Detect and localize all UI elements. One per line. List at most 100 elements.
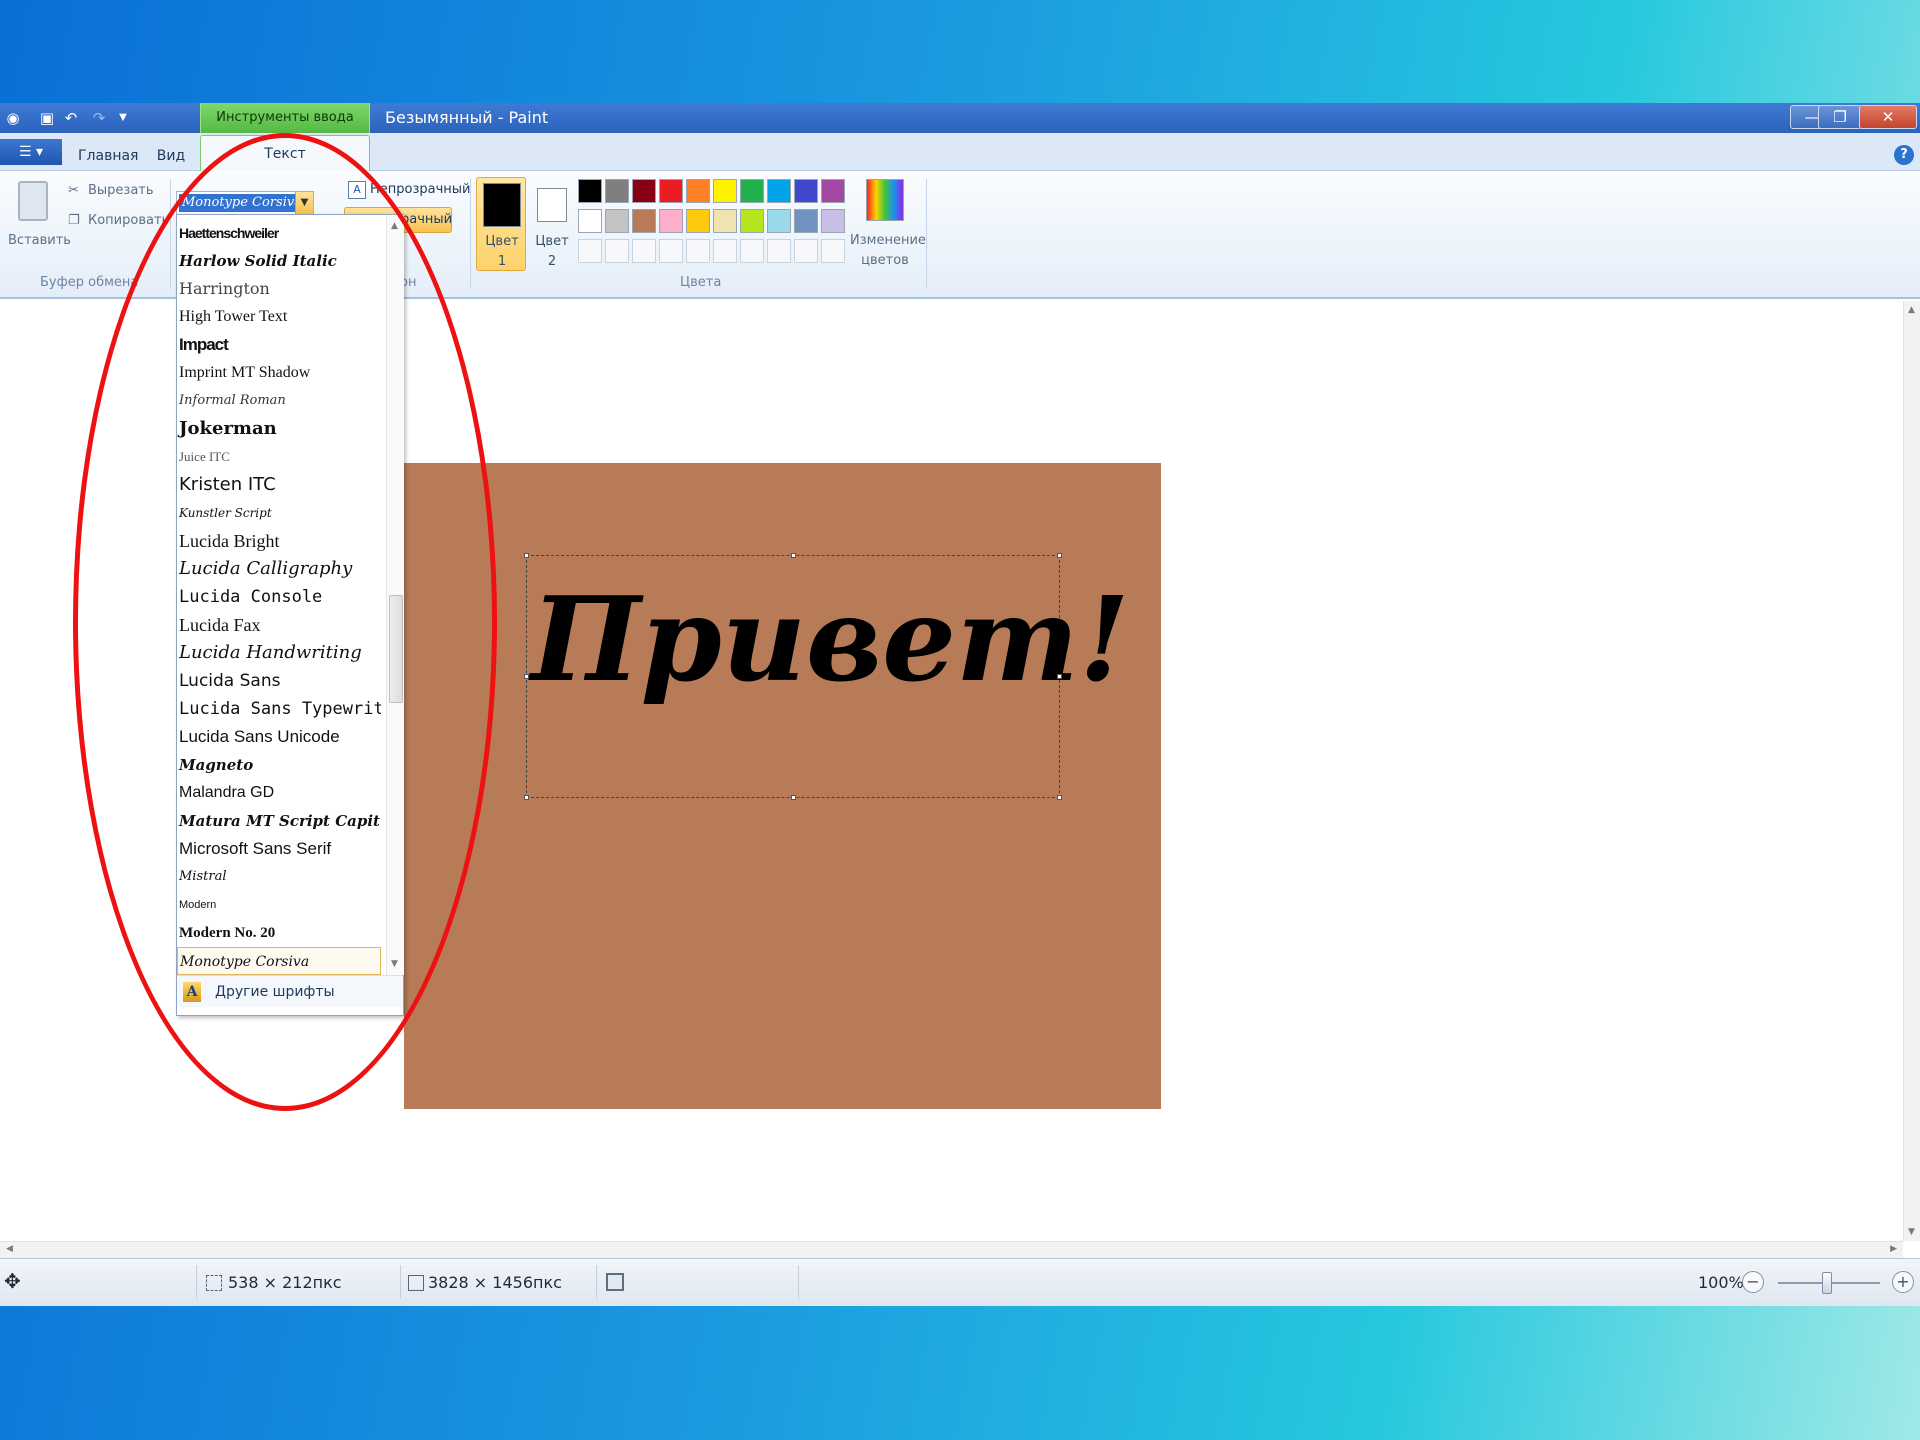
font-option[interactable]: Lucida Fax: [177, 611, 381, 639]
font-family-value[interactable]: Monotype Corsiva: [179, 194, 305, 212]
resize-handle[interactable]: [524, 553, 529, 558]
font-option[interactable]: Modern: [177, 891, 381, 919]
font-option[interactable]: Microsoft Sans Serif: [177, 835, 381, 863]
text-selection-box[interactable]: Привет!: [524, 553, 1130, 800]
chevron-down-icon[interactable]: ▼: [295, 192, 313, 214]
font-option[interactable]: Juice ITC: [177, 443, 381, 471]
tab-home[interactable]: Главная: [78, 141, 138, 171]
color1-button[interactable]: Цвет 1: [476, 177, 526, 271]
scroll-left-icon[interactable]: ◀: [6, 1244, 13, 1254]
scroll-down-icon[interactable]: ▼: [391, 959, 398, 969]
font-option[interactable]: Kunstler Script: [177, 499, 381, 527]
opaque-option[interactable]: Непрозрачный: [370, 182, 471, 197]
palette-swatch[interactable]: [821, 179, 845, 203]
zoom-out-button[interactable]: −: [1742, 1271, 1764, 1293]
palette-swatch[interactable]: [821, 209, 845, 233]
save-icon[interactable]: ▣: [36, 108, 58, 128]
font-option[interactable]: Kristen ITC: [177, 471, 381, 499]
scroll-up-icon[interactable]: ▲: [1908, 305, 1915, 315]
font-option[interactable]: Haettenschweiler: [177, 219, 381, 247]
palette-swatch[interactable]: [767, 179, 791, 203]
font-option[interactable]: Impact: [177, 331, 381, 359]
canvas-text[interactable]: Привет!: [531, 572, 1130, 708]
custom-color-slot[interactable]: [713, 239, 737, 263]
palette-swatch[interactable]: [713, 209, 737, 233]
scroll-down-icon[interactable]: ▼: [1908, 1227, 1915, 1237]
maximize-button[interactable]: ❐: [1818, 105, 1862, 129]
palette-swatch[interactable]: [794, 209, 818, 233]
font-option[interactable]: Harlow Solid Italic: [177, 247, 381, 275]
font-option[interactable]: Lucida Handwriting: [177, 639, 381, 667]
custom-color-slot[interactable]: [740, 239, 764, 263]
resize-handle[interactable]: [1057, 674, 1062, 679]
font-option[interactable]: Lucida Sans Typewrit: [177, 695, 381, 723]
custom-color-slot[interactable]: [821, 239, 845, 263]
font-option[interactable]: Informal Roman: [177, 387, 381, 415]
drawing-canvas[interactable]: Привет!: [404, 463, 1161, 1109]
zoom-in-button[interactable]: +: [1892, 1271, 1914, 1293]
vertical-scrollbar[interactable]: ▲ ▼: [1903, 301, 1920, 1241]
palette-swatch[interactable]: [794, 179, 818, 203]
font-option[interactable]: Monotype Corsiva: [177, 947, 381, 975]
rainbow-icon[interactable]: [866, 179, 904, 221]
font-option[interactable]: Lucida Calligraphy: [177, 555, 381, 583]
paint-menu-button[interactable]: ☰ ▾: [0, 139, 62, 165]
palette-swatch[interactable]: [632, 179, 656, 203]
custom-color-slot[interactable]: [686, 239, 710, 263]
customize-toolbar-icon[interactable]: ▼: [112, 108, 134, 128]
palette-swatch[interactable]: [740, 209, 764, 233]
palette-swatch[interactable]: [659, 179, 683, 203]
font-option[interactable]: Lucida Sans: [177, 667, 381, 695]
font-option[interactable]: Lucida Sans Unicode: [177, 723, 381, 751]
resize-handle[interactable]: [1057, 553, 1062, 558]
scroll-up-icon[interactable]: ▲: [391, 221, 398, 231]
help-icon[interactable]: ?: [1894, 145, 1914, 165]
font-option[interactable]: Jokerman: [177, 415, 381, 443]
horizontal-scrollbar[interactable]: ◀ ▶: [0, 1241, 1903, 1258]
scroll-thumb[interactable]: [389, 595, 403, 703]
palette-swatch[interactable]: [605, 179, 629, 203]
palette-swatch[interactable]: [713, 179, 737, 203]
font-option[interactable]: Lucida Console: [177, 583, 381, 611]
palette-swatch[interactable]: [740, 179, 764, 203]
edit-colors-label-1[interactable]: Изменение: [850, 233, 926, 248]
paint-app-icon[interactable]: ◉: [2, 108, 24, 128]
custom-color-slot[interactable]: [632, 239, 656, 263]
resize-handle[interactable]: [1057, 795, 1062, 800]
palette-swatch[interactable]: [605, 209, 629, 233]
custom-color-slot[interactable]: [605, 239, 629, 263]
palette-swatch[interactable]: [767, 209, 791, 233]
paste-icon[interactable]: [18, 181, 48, 221]
custom-color-slot[interactable]: [659, 239, 683, 263]
redo-icon[interactable]: ↷: [88, 108, 110, 128]
resize-handle[interactable]: [791, 795, 796, 800]
palette-swatch[interactable]: [686, 179, 710, 203]
tab-view[interactable]: Вид: [150, 141, 192, 171]
font-option[interactable]: Malandra GD: [177, 779, 381, 807]
font-option[interactable]: Matura MT Script Capit: [177, 807, 381, 835]
palette-swatch[interactable]: [632, 209, 656, 233]
font-option[interactable]: Modern No. 20: [177, 919, 381, 947]
palette-swatch[interactable]: [578, 179, 602, 203]
undo-icon[interactable]: ↶: [60, 108, 82, 128]
font-option[interactable]: Lucida Bright: [177, 527, 381, 555]
font-family-combo[interactable]: Monotype Corsiva ▼: [176, 191, 314, 215]
font-option[interactable]: Imprint MT Shadow: [177, 359, 381, 387]
cut-button[interactable]: Вырезать: [88, 183, 154, 198]
palette-swatch[interactable]: [686, 209, 710, 233]
resize-handle[interactable]: [524, 674, 529, 679]
font-option[interactable]: Harrington: [177, 275, 381, 303]
copy-button[interactable]: Копировать: [88, 213, 169, 228]
palette-swatch[interactable]: [659, 209, 683, 233]
close-button[interactable]: ✕: [1859, 105, 1917, 129]
resize-handle[interactable]: [791, 553, 796, 558]
custom-color-slot[interactable]: [578, 239, 602, 263]
font-option[interactable]: Magneto: [177, 751, 381, 779]
tab-text[interactable]: Текст: [200, 135, 370, 172]
more-fonts-button[interactable]: A Другие шрифты: [177, 975, 403, 1007]
palette-swatch[interactable]: [578, 209, 602, 233]
font-option[interactable]: Mistral: [177, 863, 381, 891]
resize-handle[interactable]: [524, 795, 529, 800]
scroll-right-icon[interactable]: ▶: [1890, 1244, 1897, 1254]
zoom-slider-thumb[interactable]: [1822, 1272, 1832, 1294]
